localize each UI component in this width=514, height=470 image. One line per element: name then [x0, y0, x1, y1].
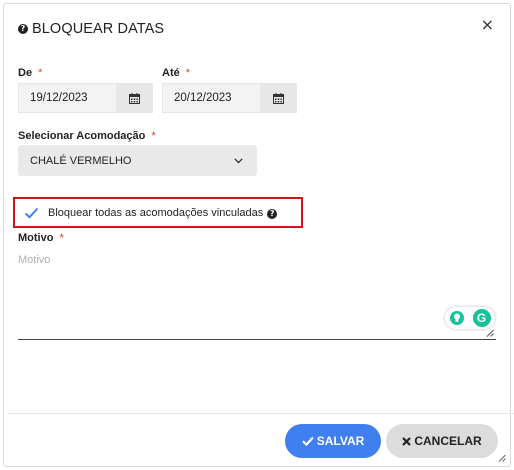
- checkmark-icon: [24, 207, 38, 219]
- motivo-label: Motivo *: [18, 232, 64, 244]
- help-icon[interactable]: ?: [267, 208, 278, 219]
- modal-title-text: BLOQUEAR DATAS: [32, 21, 165, 37]
- bloquear-todas-row[interactable]: Bloquear todas as acomodações vinculadas…: [13, 197, 303, 228]
- calendar-icon: [272, 92, 284, 104]
- calendar-icon: [128, 92, 140, 104]
- resize-grip-icon[interactable]: [486, 329, 494, 337]
- required-mark: *: [185, 67, 191, 79]
- times-icon: [402, 436, 412, 446]
- ate-date-value[interactable]: 20/12/2023: [163, 84, 260, 112]
- grammarly-widget[interactable]: G: [445, 307, 495, 329]
- block-dates-modal: ? BLOQUEAR DATAS × De * 19/12/2023 Até *…: [3, 3, 514, 467]
- ate-label: Até *: [162, 67, 191, 79]
- required-mark: *: [151, 130, 156, 142]
- required-mark: *: [38, 67, 43, 79]
- save-button-label[interactable]: SALVAR: [317, 434, 365, 448]
- resize-grip-icon[interactable]: [498, 454, 506, 462]
- chevron-down-icon: [234, 157, 243, 164]
- de-date-field[interactable]: 19/12/2023: [18, 83, 153, 113]
- cancel-button[interactable]: CANCELAR: [386, 424, 498, 458]
- ate-calendar-button[interactable]: [260, 84, 296, 112]
- acomodacao-select[interactable]: CHALÉ VERMELHO: [18, 145, 257, 176]
- motivo-textarea[interactable]: [18, 248, 496, 340]
- bloquear-todas-checkbox[interactable]: [23, 205, 39, 221]
- checkmark-icon: [301, 436, 314, 446]
- close-icon[interactable]: ×: [481, 15, 494, 34]
- footer-divider: [8, 413, 514, 414]
- ate-date-field[interactable]: 20/12/2023: [162, 83, 297, 113]
- acomodacao-selected-value: CHALÉ VERMELHO: [30, 154, 132, 167]
- grammarly-icon[interactable]: G: [472, 309, 491, 327]
- de-date-value[interactable]: 19/12/2023: [19, 84, 116, 112]
- modal-title: ? BLOQUEAR DATAS: [18, 21, 164, 37]
- help-icon: ?: [18, 24, 28, 34]
- acomodacao-label: Selecionar Acomodação *: [18, 130, 156, 142]
- cancel-button-label[interactable]: CANCELAR: [414, 434, 481, 448]
- save-button[interactable]: SALVAR: [285, 424, 381, 458]
- lightbulb-glyph: [453, 313, 460, 322]
- required-mark: *: [59, 232, 64, 244]
- de-label: De *: [18, 67, 43, 79]
- bloquear-todas-label: Bloquear todas as acomodações vinculadas…: [48, 207, 278, 219]
- close-button[interactable]: ×: [481, 15, 494, 34]
- lightbulb-icon[interactable]: [449, 311, 464, 325]
- de-calendar-button[interactable]: [116, 84, 152, 112]
